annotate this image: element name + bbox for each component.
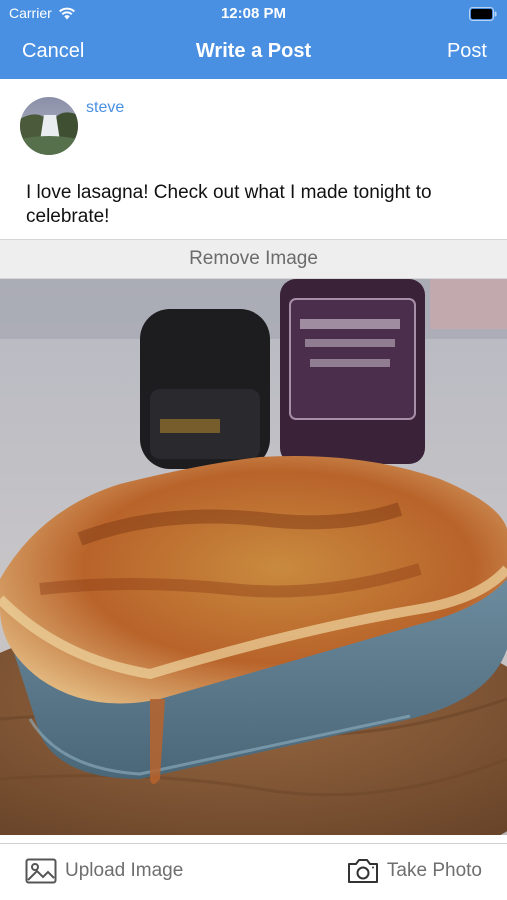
upload-image-label: Upload Image xyxy=(65,860,184,881)
lasagna-photo xyxy=(0,279,507,835)
page-title: Write a Post xyxy=(195,40,312,62)
nav-row: Cancel Write a Post Post xyxy=(0,34,507,70)
post-button[interactable]: Post xyxy=(447,40,487,63)
status-bar: Carrier 12:08 PM xyxy=(0,0,507,28)
post-text[interactable]: I love lasagna! Check out what I made to… xyxy=(26,181,486,229)
bottom-toolbar: Upload Image Take Photo xyxy=(0,843,507,900)
clock: 12:08 PM xyxy=(220,5,287,22)
remove-image-button[interactable]: Remove Image xyxy=(0,239,507,279)
battery-icon xyxy=(469,7,497,21)
take-photo-label: Take Photo xyxy=(386,860,482,881)
attached-photo xyxy=(0,279,507,835)
username[interactable]: steve xyxy=(86,99,124,117)
upload-image-button[interactable]: Upload Image xyxy=(25,858,183,884)
navigation-bar: Carrier 12:08 PM Cancel Write a Post Pos… xyxy=(0,0,507,79)
camera-icon xyxy=(347,859,378,883)
take-photo-button[interactable]: Take Photo xyxy=(347,858,482,884)
avatar-image xyxy=(20,97,78,155)
upload-image-icon xyxy=(25,858,57,884)
avatar xyxy=(20,97,78,155)
